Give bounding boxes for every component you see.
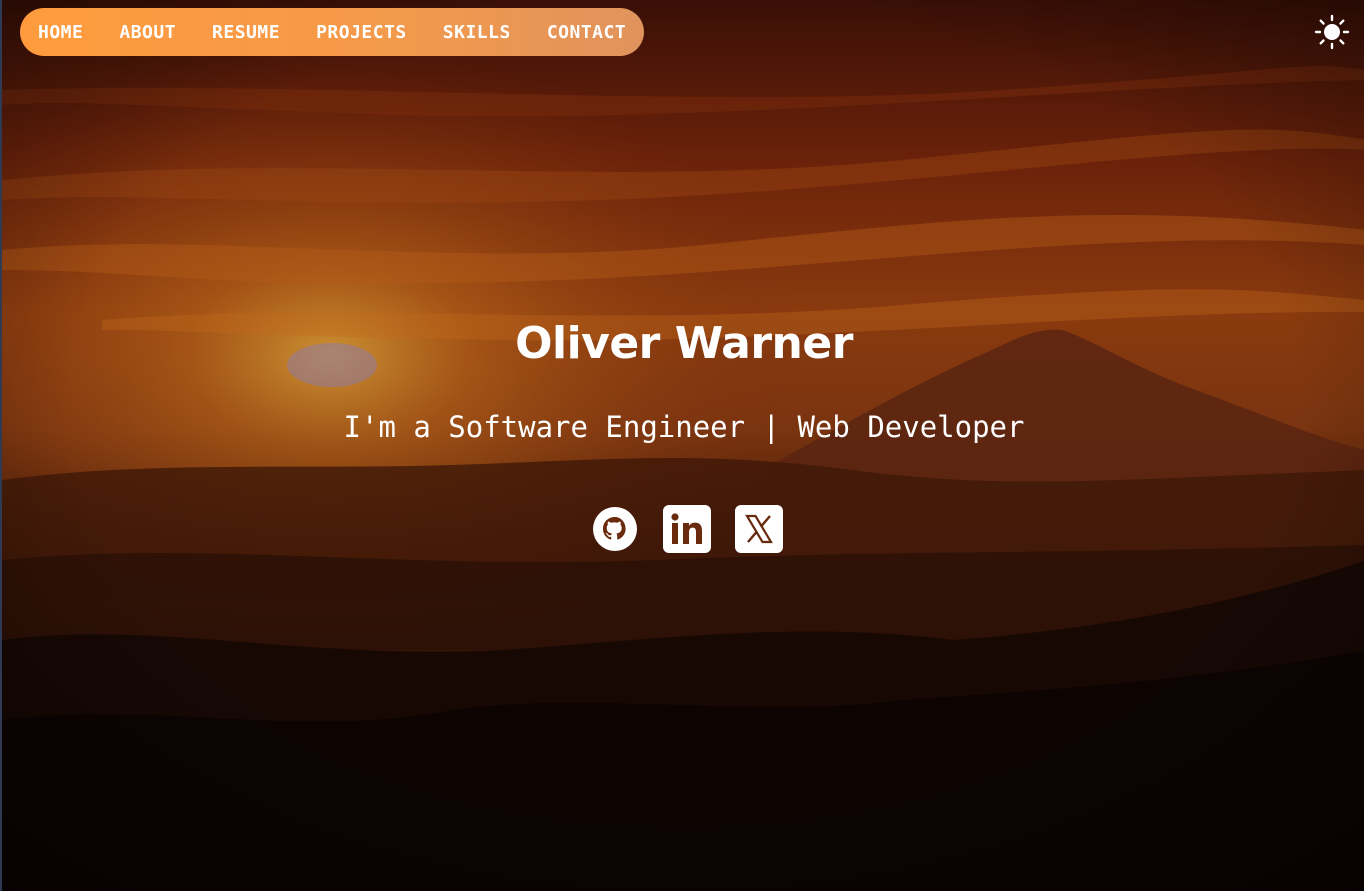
linkedin-icon[interactable] <box>663 505 711 553</box>
main-navbar: HOME ABOUT RESUME PROJECTS SKILLS CONTAC… <box>20 8 645 56</box>
hero-name: Oliver Warner <box>515 318 853 369</box>
hero-background-image <box>2 0 1364 891</box>
hero-tagline: I'm a Software Engineer | Web Developer <box>343 410 1025 444</box>
nav-resume[interactable]: RESUME <box>212 22 280 43</box>
nav-home[interactable]: HOME <box>38 22 83 43</box>
nav-contact[interactable]: CONTACT <box>547 22 626 43</box>
social-links <box>591 505 783 553</box>
sun-icon[interactable] <box>1314 14 1350 50</box>
nav-projects[interactable]: PROJECTS <box>316 22 407 43</box>
x-twitter-icon[interactable] <box>735 505 783 553</box>
nav-skills[interactable]: SKILLS <box>443 22 511 43</box>
hero-section: HOME ABOUT RESUME PROJECTS SKILLS CONTAC… <box>0 0 1364 891</box>
nav-about[interactable]: ABOUT <box>119 22 176 43</box>
github-icon[interactable] <box>591 505 639 553</box>
